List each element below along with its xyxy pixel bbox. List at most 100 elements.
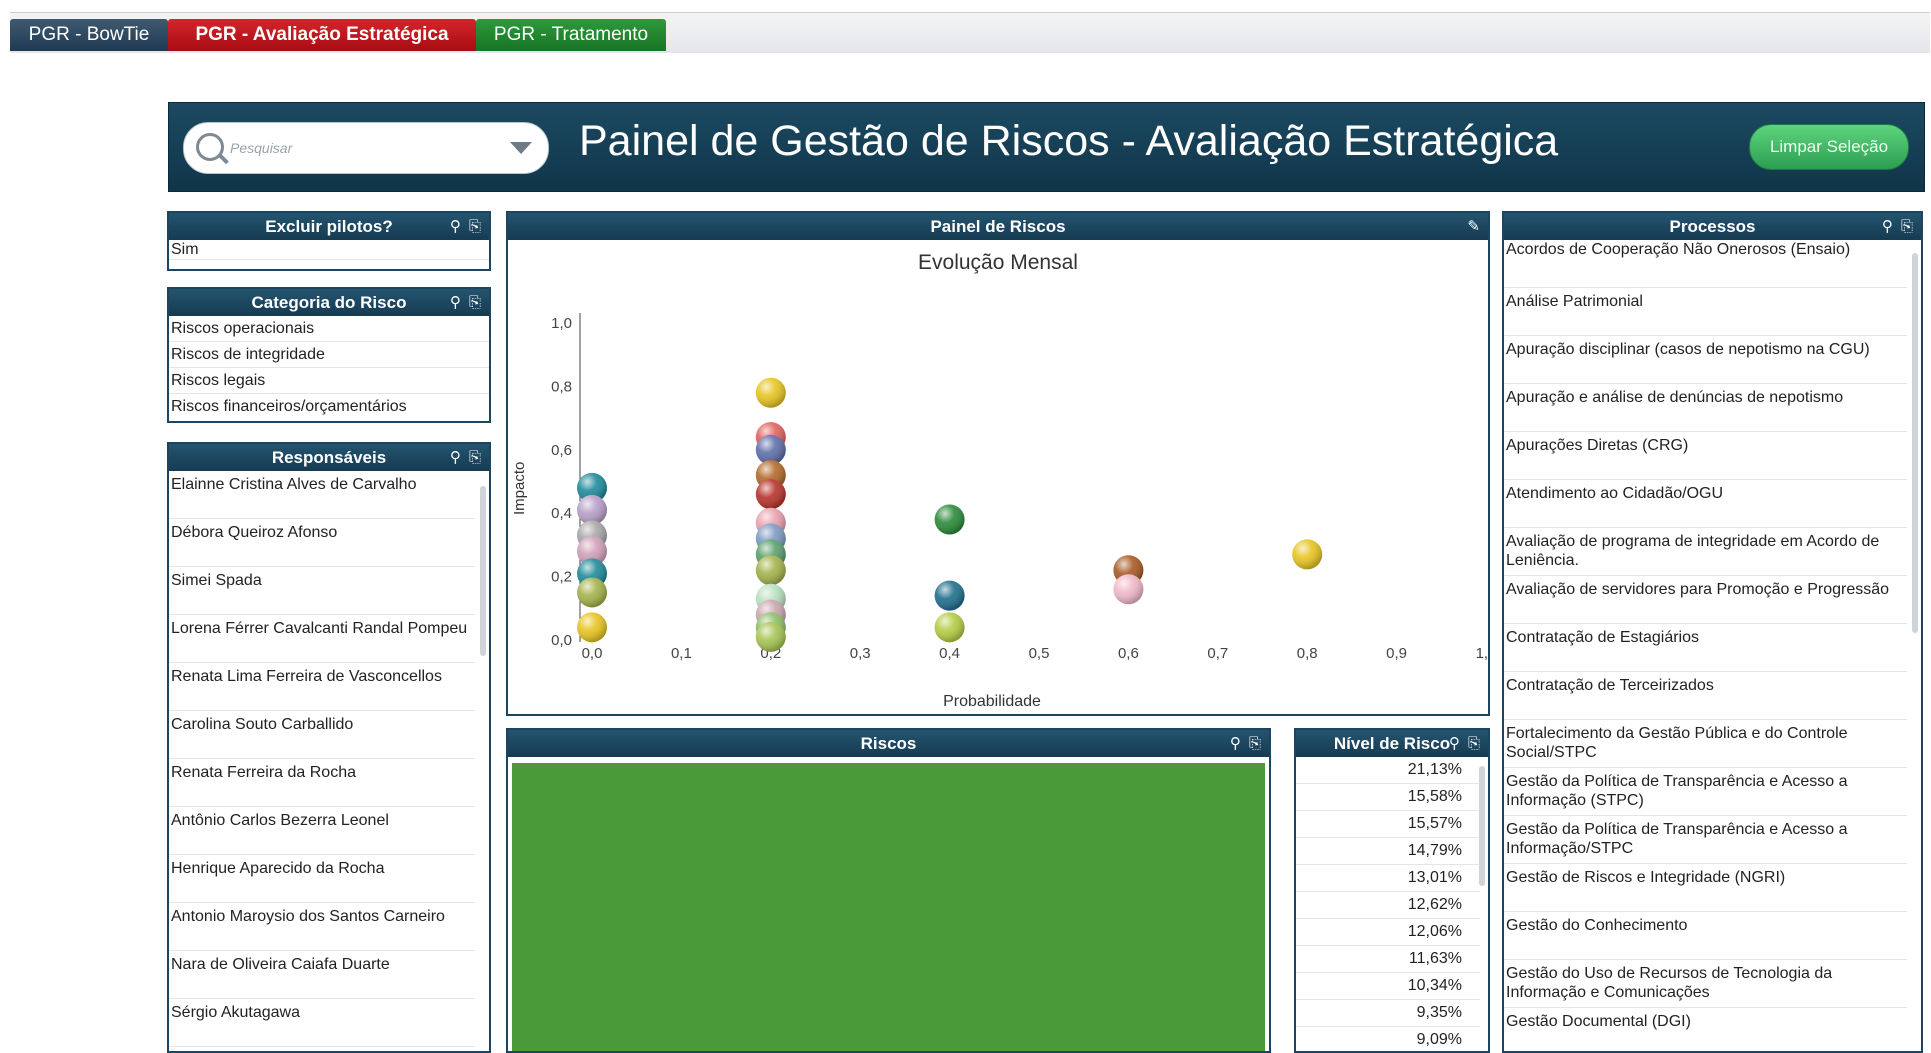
tab-pgr-tratamento[interactable]: PGR - Tratamento [476, 19, 666, 51]
list-item[interactable]: 12,62% [1296, 892, 1480, 919]
data-point[interactable] [934, 504, 965, 535]
list-item[interactable]: Avaliação de programa de integridade em … [1504, 528, 1907, 576]
data-point[interactable] [1292, 539, 1323, 570]
categoria-risco-listbox: Categoria do Risco ⚲ ⎘ Riscos operacionai… [167, 287, 491, 423]
painel-riscos-chart: Painel de Riscos ✎ Evolução Mensal 0,0 0,1… [506, 211, 1490, 716]
data-point-shine [755, 555, 786, 586]
list-item[interactable]: 9,09% [1296, 1027, 1480, 1051]
data-point[interactable] [755, 621, 786, 652]
list-item[interactable]: Antônio Carlos Bezerra Leonel [169, 807, 475, 855]
list-item[interactable]: 21,13% [1296, 757, 1480, 784]
list-item[interactable]: Carolina Souto Carballido [169, 711, 475, 759]
list-item[interactable]: Sérgio Akutagawa [169, 999, 475, 1047]
x-tick-label: 0,3 [850, 645, 871, 662]
list-item[interactable]: Gestão Documental (DGI) [1504, 1008, 1907, 1051]
search-icon[interactable]: ⚲ ⎘ [1230, 730, 1263, 757]
list-item[interactable]: Antonio Maroysio dos Santos Carneiro [169, 903, 475, 951]
list-item[interactable]: Débora Queiroz Afonso [169, 519, 475, 567]
list-item[interactable]: Renata Lima Ferreira de Vasconcellos [169, 663, 475, 711]
list-item[interactable]: 12,06% [1296, 919, 1480, 946]
tab-pgr-bowtie[interactable]: PGR - BowTie [10, 19, 168, 51]
list-item[interactable]: Riscos de integridade [169, 342, 489, 368]
data-point[interactable] [577, 577, 607, 608]
nivel-risco-listbox: Nível de Risco ⚲ ⎘ 21,13% 15,58% 15,57% 1… [1294, 728, 1490, 1053]
search-input[interactable] [228, 135, 482, 161]
y-tick-label: 0,2 [551, 569, 572, 586]
list-item[interactable]: Apuração e análise de denúncias de nepot… [1504, 384, 1907, 432]
search-icon[interactable]: ⚲ ⎘ [450, 213, 483, 240]
tab-pgr-avaliacao-estrategica[interactable]: PGR - Avaliação Estratégica [168, 19, 476, 51]
y-tick-label: 1,0 [551, 315, 572, 332]
data-point-shine [755, 479, 786, 510]
list-item[interactable]: Simei Spada [169, 567, 475, 615]
list-item[interactable]: Elainne Cristina Alves de Carvalho [169, 471, 475, 519]
data-point[interactable] [1113, 574, 1144, 605]
list-item[interactable]: 15,57% [1296, 811, 1480, 838]
list-item[interactable]: Gestão da Política de Transparência e Ac… [1504, 816, 1907, 864]
list-item[interactable]: Atendimento ao Cidadão/OGU [1504, 480, 1907, 528]
list-item[interactable]: Gestão de Riscos e Integridade (NGRI) [1504, 864, 1907, 912]
list-item[interactable]: Fortalecimento da Gestão Pública e do Co… [1504, 720, 1907, 768]
y-tick-label: 0,4 [551, 505, 572, 522]
x-tick-label: 0,1 [671, 645, 692, 662]
list-item[interactable]: Lorena Férrer Cavalcanti Randal Pompeu [169, 615, 475, 663]
list-item[interactable]: 13,01% [1296, 865, 1480, 892]
data-point[interactable] [755, 555, 786, 586]
x-tick-label: 0,6 [1118, 645, 1139, 662]
scrollbar[interactable] [1912, 253, 1918, 633]
data-point[interactable] [934, 580, 965, 611]
chevron-down-icon[interactable] [510, 142, 532, 154]
list-item[interactable]: Renata Ferreira da Rocha [169, 759, 475, 807]
y-tick-label: 0,6 [551, 442, 572, 459]
search-icon[interactable]: ⚲ ⎘ [1882, 213, 1915, 240]
list-item[interactable]: Riscos operacionais [169, 316, 489, 342]
list-item[interactable]: 15,58% [1296, 784, 1480, 811]
list-item[interactable]: Gestão do Uso de Recursos de Tecnologia … [1504, 960, 1907, 1008]
search-box[interactable] [183, 122, 549, 174]
search-icon[interactable]: ⚲ ⎘ [450, 289, 483, 316]
list-item[interactable]: Nara de Oliveira Caiafa Duarte [169, 951, 475, 999]
list-item[interactable]: 10,34% [1296, 973, 1480, 1000]
list-item[interactable]: 9,35% [1296, 1000, 1480, 1027]
scrollbar[interactable] [1479, 766, 1485, 886]
list-item[interactable]: Gestão da Política de Transparência e Ac… [1504, 768, 1907, 816]
search-icon[interactable]: ⚲ ⎘ [1449, 730, 1482, 757]
list-item[interactable]: Contratação de Terceirizados [1504, 672, 1907, 720]
export-icon[interactable]: ✎ [1467, 213, 1482, 240]
scrollbar[interactable] [480, 486, 486, 656]
list-item[interactable]: 11,63% [1296, 946, 1480, 973]
processos-items: Acordos de Cooperação Não Onerosos (Ensa… [1504, 240, 1907, 1051]
list-item[interactable]: Análise Patrimonial [1504, 288, 1907, 336]
data-point-shine [934, 504, 965, 535]
panel-title: Processos [1669, 217, 1756, 236]
list-item[interactable]: 14,79% [1296, 838, 1480, 865]
y-tick-label: 0,8 [551, 378, 572, 395]
list-item[interactable]: Sim [169, 240, 489, 260]
list-item[interactable]: Gestão do Conhecimento [1504, 912, 1907, 960]
x-tick-label: 0,0 [582, 645, 603, 662]
list-item[interactable]: Avaliação de servidores para Promoção e … [1504, 576, 1907, 624]
data-point[interactable] [755, 479, 786, 510]
list-item[interactable]: Contratação de Estagiários [1504, 624, 1907, 672]
data-point-shine [755, 621, 786, 652]
riscos-treemap-block[interactable] [512, 763, 1265, 1051]
panel-title: Painel de Riscos [930, 217, 1066, 236]
x-tick-label: 0,7 [1207, 645, 1228, 662]
list-item[interactable]: Acordos de Cooperação Não Onerosos (Ensa… [1504, 240, 1907, 288]
responsaveis-listbox: Responsáveis ⚲ ⎘ Elainne Cristina Alves d… [167, 442, 491, 1053]
list-item[interactable]: Riscos legais [169, 368, 489, 394]
list-item[interactable]: Apurações Diretas (CRG) [1504, 432, 1907, 480]
x-tick-label: 1,0 [1476, 645, 1488, 662]
list-item[interactable]: Apuração disciplinar (casos de nepotismo… [1504, 336, 1907, 384]
data-point[interactable] [755, 377, 786, 408]
panel-title: Responsáveis [271, 448, 387, 467]
data-point-shine [1292, 539, 1323, 570]
list-item[interactable]: Riscos financeiros/orçamentários [169, 394, 489, 419]
data-point-shine [577, 612, 607, 643]
data-point[interactable] [577, 612, 607, 643]
list-item[interactable]: Henrique Aparecido da Rocha [169, 855, 475, 903]
clear-selection-button[interactable]: Limpar Seleção [1749, 124, 1909, 170]
data-point[interactable] [934, 612, 965, 643]
y-tick-label: 0,0 [551, 632, 572, 649]
search-icon[interactable]: ⚲ ⎘ [450, 444, 483, 471]
